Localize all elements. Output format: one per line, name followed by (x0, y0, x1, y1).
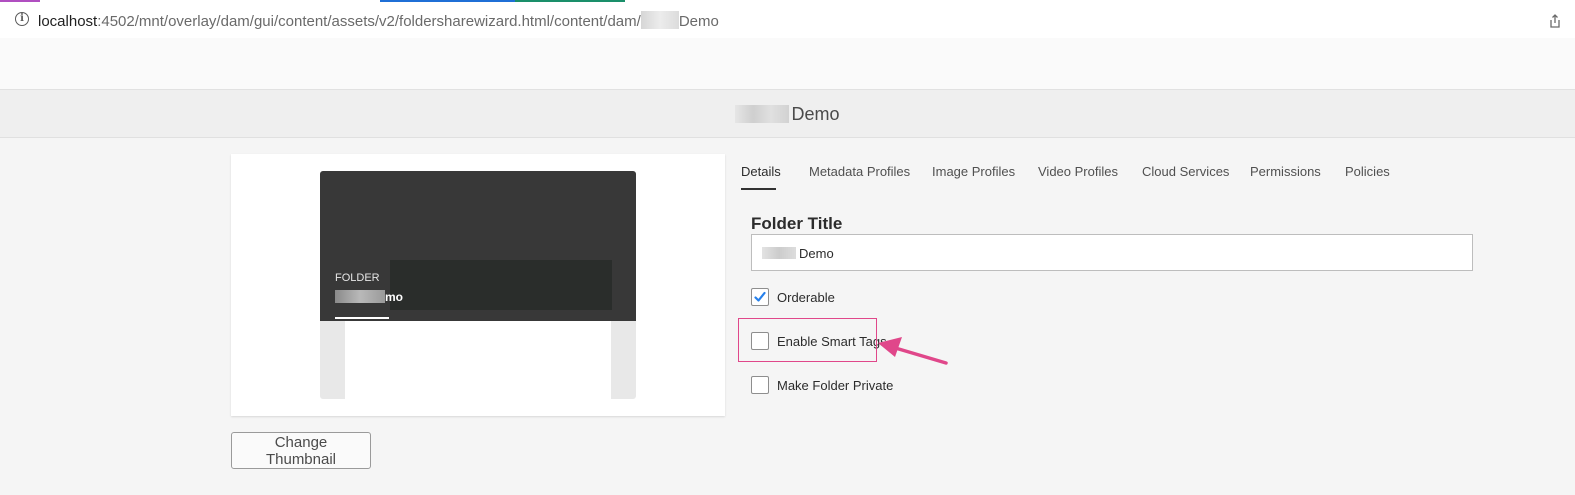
url-path: :4502/mnt/overlay/dam/gui/content/assets… (97, 13, 641, 30)
url-text[interactable]: localhost:4502/mnt/overlay/dam/gui/conte… (38, 11, 719, 30)
tab-cloud-services[interactable]: Cloud Services (1142, 164, 1229, 179)
private-folder-option[interactable]: Make Folder Private (751, 376, 893, 394)
title-bar: Demo (0, 90, 1575, 138)
tab-details[interactable]: Details (741, 164, 781, 179)
tab-policies[interactable]: Policies (1345, 164, 1390, 179)
tab-image-profiles[interactable]: Image Profiles (932, 164, 1015, 179)
folder-title-value: Demo (799, 246, 834, 261)
thumbnail-folder-name: mo (335, 290, 403, 304)
redacted-block (735, 105, 790, 123)
orderable-option[interactable]: Orderable (751, 288, 835, 306)
tab-metadata-profiles[interactable]: Metadata Profiles (809, 164, 910, 179)
info-icon[interactable]: i (15, 12, 29, 26)
address-bar[interactable]: i localhost:4502/mnt/overlay/dam/gui/con… (0, 4, 1575, 39)
annotation-arrow-icon (878, 337, 948, 365)
folder-thumbnail: FOLDER mo (320, 171, 636, 399)
private-folder-checkbox[interactable] (751, 376, 769, 394)
orderable-checkbox[interactable] (751, 288, 769, 306)
thumbnail-underline (335, 317, 389, 319)
thumbnail-image-strip (390, 260, 612, 310)
change-thumbnail-button[interactable]: Change Thumbnail (231, 432, 371, 469)
tab-permissions[interactable]: Permissions (1250, 164, 1321, 179)
url-tail: Demo (678, 13, 719, 30)
thumbnail-type-label: FOLDER (335, 272, 380, 284)
action-toolbar (0, 38, 1575, 90)
page-title-text: Demo (791, 104, 840, 124)
thumbnail-name-text: mo (385, 290, 403, 304)
share-icon[interactable] (1549, 14, 1561, 28)
redacted-block (335, 290, 385, 303)
folder-title-input[interactable]: Demo (751, 234, 1473, 271)
orderable-label: Orderable (777, 289, 835, 305)
folder-title-label: Folder Title (751, 214, 843, 233)
private-folder-label: Make Folder Private (777, 377, 894, 393)
thumbnail-white-area (345, 321, 611, 399)
redacted-block (762, 247, 796, 259)
redacted-block (640, 11, 679, 29)
thumbnail-card: FOLDER mo (231, 154, 725, 416)
url-host: localhost (38, 13, 98, 30)
checkmark-icon (754, 291, 766, 302)
annotation-highlight-box (738, 318, 877, 362)
tab-video-profiles[interactable]: Video Profiles (1038, 164, 1118, 179)
active-tab-indicator (741, 188, 776, 190)
page-title: Demo (0, 104, 1575, 125)
